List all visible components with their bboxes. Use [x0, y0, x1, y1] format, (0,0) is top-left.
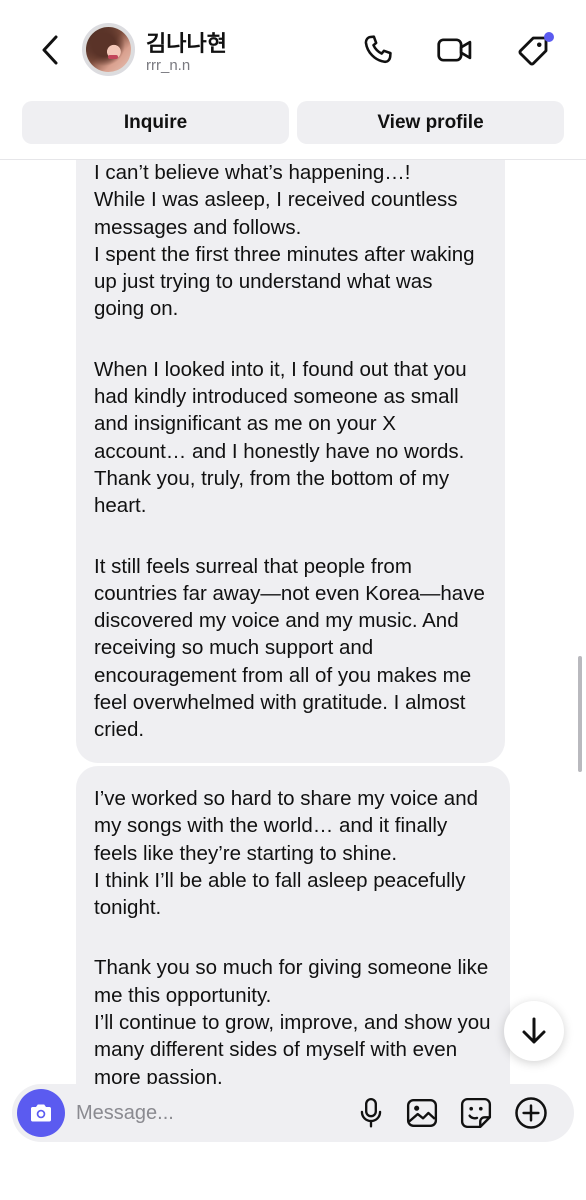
tag-button[interactable]	[512, 28, 556, 72]
message-input[interactable]	[76, 1098, 336, 1128]
scroll-to-bottom-button[interactable]	[504, 1001, 564, 1061]
message-text: It still feels surreal that people from …	[94, 554, 485, 742]
message-bubble[interactable]: I’ve worked so hard to share my voice an…	[76, 766, 510, 1085]
sticker-button[interactable]	[458, 1095, 494, 1131]
message-text: I’ve worked so hard to share my voice an…	[94, 787, 478, 865]
camera-icon	[31, 1104, 51, 1122]
sticker-icon	[460, 1097, 492, 1129]
phone-icon	[364, 35, 392, 64]
video-camera-icon	[437, 38, 472, 62]
message-text: I think I’ll be able to fall asleep peac…	[94, 868, 466, 920]
avatar[interactable]	[82, 23, 135, 76]
avatar-photo	[86, 27, 131, 72]
chevron-left-icon	[42, 35, 58, 65]
gallery-icon	[406, 1099, 438, 1127]
more-options-button[interactable]	[513, 1095, 549, 1131]
contact-handle[interactable]: rrr_n.n	[146, 57, 190, 74]
message-bubble[interactable]: I can’t believe what’s happening…! While…	[76, 160, 505, 763]
message-text: I can’t believe what’s happening…!	[94, 161, 411, 184]
notification-dot	[544, 32, 554, 42]
voice-message-button[interactable]	[353, 1095, 389, 1131]
camera-button[interactable]	[17, 1089, 65, 1137]
avatar-detail	[108, 55, 118, 59]
bottom-safe-area	[0, 1142, 586, 1200]
arrow-down-icon	[522, 1017, 546, 1044]
microphone-icon	[360, 1097, 382, 1128]
message-text: Thank you, truly, from the bottom of my …	[94, 466, 450, 518]
back-button[interactable]	[30, 28, 70, 72]
message-text: While I was asleep, I received countless…	[94, 188, 458, 239]
contact-name[interactable]: 김나나현	[146, 26, 227, 58]
message-text: I’ll continue to grow, improve, and show…	[94, 1011, 491, 1085]
video-call-button[interactable]	[433, 28, 477, 72]
message-composer	[12, 1084, 574, 1142]
message-text: When I looked into it, I found out that …	[94, 357, 467, 463]
scrollbar[interactable]	[578, 656, 582, 772]
gallery-button[interactable]	[404, 1095, 440, 1131]
call-button[interactable]	[356, 28, 400, 72]
inquire-button[interactable]: Inquire	[22, 101, 289, 144]
plus-circle-icon	[515, 1097, 547, 1129]
message-text: Thank you so much for giving someone lik…	[94, 956, 489, 1007]
chat-header: 김나나현 rrr_n.n Inquire View profile	[0, 0, 586, 160]
view-profile-button[interactable]: View profile	[297, 101, 564, 144]
message-text: I spent the first three minutes after wa…	[94, 242, 475, 321]
message-thread[interactable]: I can’t believe what’s happening…! While…	[0, 160, 586, 1085]
